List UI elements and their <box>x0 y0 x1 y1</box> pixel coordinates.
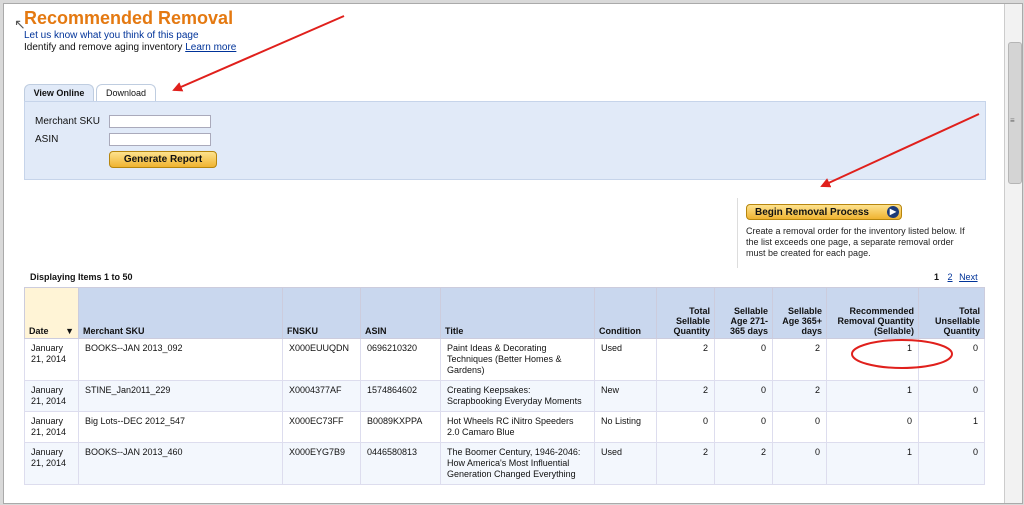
cell-title: Paint Ideas & Decorating Techniques (Bet… <box>440 338 595 381</box>
col-total-unsellable[interactable]: Total Unsellable Quantity <box>918 287 985 339</box>
table-row: January 21, 2014 BOOKS--JAN 2013_460 X00… <box>24 442 985 485</box>
col-recommended-removal[interactable]: Recommended Removal Quantity (Sellable) <box>826 287 919 339</box>
cell-total: 2 <box>656 338 715 381</box>
cell-title: Creating Keepsakes: Scrapbooking Everyda… <box>440 380 595 412</box>
col-total-sellable[interactable]: Total Sellable Quantity <box>656 287 715 339</box>
col-age-365-plus[interactable]: Sellable Age 365+ days <box>772 287 827 339</box>
page-title: Recommended Removal <box>24 8 234 28</box>
cell-sku: BOOKS--JAN 2013_460 <box>78 442 283 485</box>
removal-description: Create a removal order for the inventory… <box>746 226 965 258</box>
feedback-link[interactable]: Let us know what you think of this page <box>24 30 199 41</box>
cell-date: January 21, 2014 <box>24 442 79 485</box>
table-row: January 21, 2014 BOOKS--JAN 2013_092 X00… <box>24 338 985 381</box>
arrow-circle-icon: ▶ <box>887 206 899 218</box>
cell-age271: 0 <box>714 338 773 381</box>
cell-date: January 21, 2014 <box>24 338 79 381</box>
cell-sku: BOOKS--JAN 2013_092 <box>78 338 283 381</box>
cell-fnsku: X0004377AF <box>282 380 361 412</box>
tab-download[interactable]: Download <box>96 84 156 102</box>
page-content: ↖ Recommended Removal Let us know what y… <box>4 4 1004 503</box>
col-age-271-365[interactable]: Sellable Age 271-365 days <box>714 287 773 339</box>
page-2-link[interactable]: 2 <box>948 272 953 282</box>
cell-fnsku: X000EUUQDN <box>282 338 361 381</box>
merchant-sku-input[interactable] <box>109 115 211 128</box>
cell-sku: STINE_Jan2011_229 <box>78 380 283 412</box>
col-asin[interactable]: ASIN <box>360 287 441 339</box>
pagination: 1 2 Next <box>934 272 978 282</box>
cell-fnsku: X000EC73FF <box>282 411 361 443</box>
cell-date: January 21, 2014 <box>24 380 79 412</box>
cell-unsellable: 1 <box>918 411 985 443</box>
col-condition[interactable]: Condition <box>594 287 657 339</box>
cell-unsellable: 0 <box>918 380 985 412</box>
merchant-sku-label: Merchant SKU <box>35 116 101 127</box>
cell-condition: Used <box>594 338 657 381</box>
begin-removal-button[interactable]: Begin Removal Process ▶ <box>746 204 902 220</box>
begin-removal-label: Begin Removal Process <box>755 207 869 218</box>
browser-frame: ↖ Recommended Removal Let us know what y… <box>3 3 1023 504</box>
next-page-link[interactable]: Next <box>959 272 978 282</box>
tab-view-online[interactable]: View Online <box>24 84 94 102</box>
learn-more-link[interactable]: Learn more <box>185 42 236 53</box>
cell-asin: 0696210320 <box>360 338 441 381</box>
cell-asin: 0446580813 <box>360 442 441 485</box>
cell-recommended: 1 <box>826 442 919 485</box>
cell-title: The Boomer Century, 1946-2046: How Ameri… <box>440 442 595 485</box>
cell-recommended: 0 <box>826 411 919 443</box>
cell-age271: 0 <box>714 380 773 412</box>
cell-asin: 1574864602 <box>360 380 441 412</box>
removal-panel: Begin Removal Process ▶ Create a removal… <box>737 198 986 268</box>
table-row: January 21, 2014 STINE_Jan2011_229 X0004… <box>24 380 985 412</box>
cell-condition: Used <box>594 442 657 485</box>
vertical-scrollbar[interactable]: ≡ <box>1004 4 1022 503</box>
cell-age365: 0 <box>772 411 827 443</box>
page-current: 1 <box>934 272 940 282</box>
cell-title: Hot Wheels RC iNitro Speeders 2.0 Camaro… <box>440 411 595 443</box>
asin-label: ASIN <box>35 134 59 145</box>
scroll-up-icon[interactable] <box>1005 4 1022 20</box>
cell-recommended: 1 <box>826 338 919 381</box>
col-date[interactable]: Date ▼ <box>24 287 79 339</box>
cell-condition: No Listing <box>594 411 657 443</box>
cell-age271: 0 <box>714 411 773 443</box>
display-count: Displaying Items 1 to 50 <box>30 272 133 282</box>
generate-report-button[interactable]: Generate Report <box>109 151 217 168</box>
cell-total: 0 <box>656 411 715 443</box>
cell-condition: New <box>594 380 657 412</box>
cell-age365: 2 <box>772 338 827 381</box>
subtitle-text: Identify and remove aging inventory <box>24 42 183 53</box>
asin-input[interactable] <box>109 133 211 146</box>
cell-sku: Big Lots--DEC 2012_547 <box>78 411 283 443</box>
cell-asin: B0089KXPPA <box>360 411 441 443</box>
cell-fnsku: X000EYG7B9 <box>282 442 361 485</box>
cell-age271: 2 <box>714 442 773 485</box>
cell-total: 2 <box>656 442 715 485</box>
sort-down-icon: ▼ <box>65 326 74 336</box>
cell-total: 2 <box>656 380 715 412</box>
col-title[interactable]: Title <box>440 287 595 339</box>
col-merchant-sku[interactable]: Merchant SKU <box>78 287 283 339</box>
table-row: January 21, 2014 Big Lots--DEC 2012_547 … <box>24 411 985 443</box>
filter-panel: Merchant SKU ASIN Generate Report <box>24 101 986 180</box>
cell-recommended: 1 <box>826 380 919 412</box>
page-subtitle: Identify and remove aging inventory Lear… <box>24 42 236 53</box>
cell-unsellable: 0 <box>918 338 985 381</box>
scrollbar-thumb[interactable] <box>1008 42 1022 184</box>
cell-age365: 0 <box>772 442 827 485</box>
col-fnsku[interactable]: FNSKU <box>282 287 361 339</box>
cell-age365: 2 <box>772 380 827 412</box>
table-header-row: Date ▼ Merchant SKU FNSKU ASIN Title Con… <box>24 287 985 339</box>
col-date-label: Date <box>29 326 49 336</box>
cell-date: January 21, 2014 <box>24 411 79 443</box>
cell-unsellable: 0 <box>918 442 985 485</box>
inventory-table: Date ▼ Merchant SKU FNSKU ASIN Title Con… <box>24 287 985 485</box>
grip-icon: ≡ <box>1010 116 1015 125</box>
